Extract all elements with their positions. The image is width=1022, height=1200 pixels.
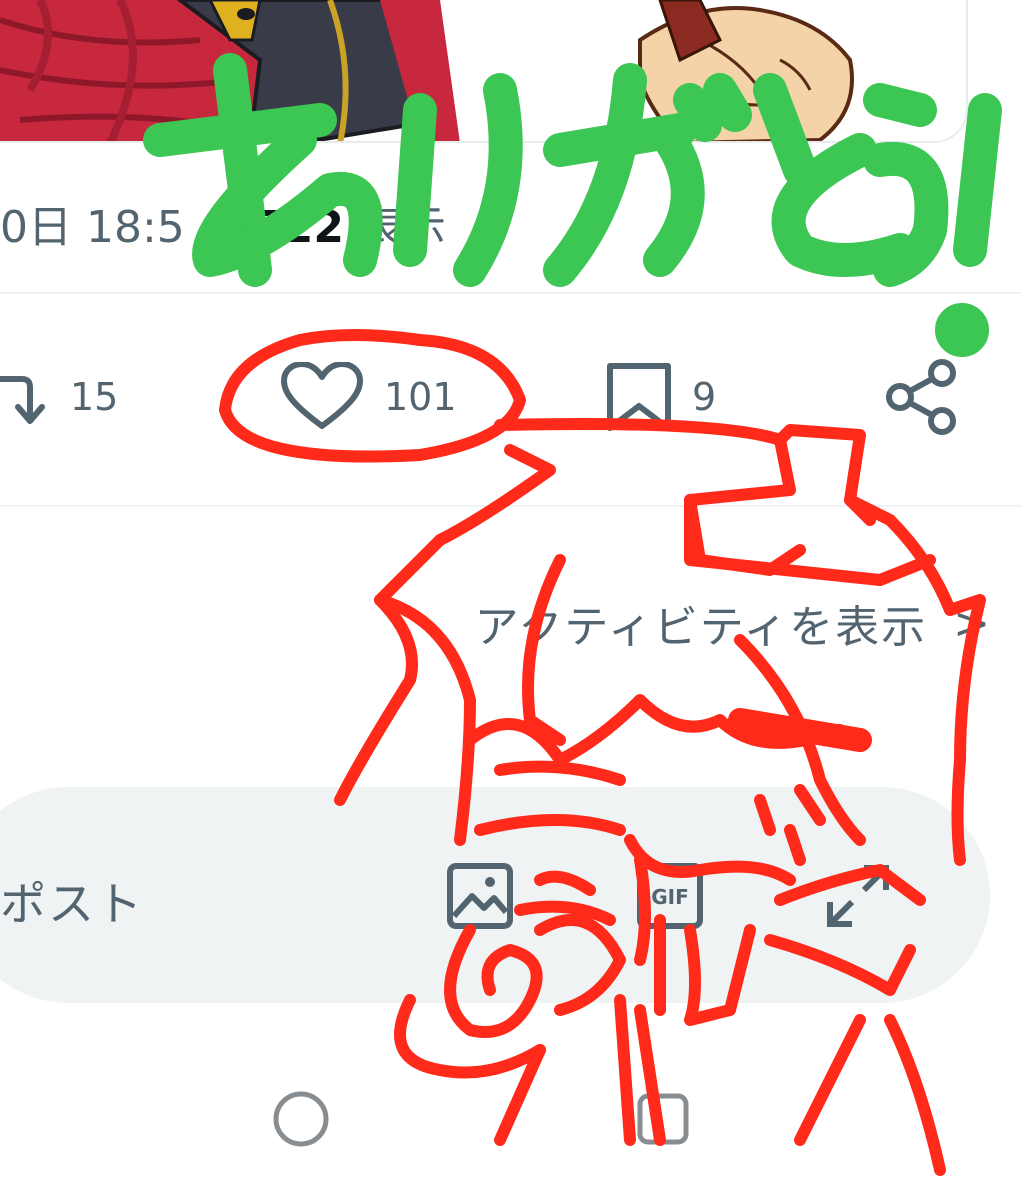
svg-text:GIF: GIF bbox=[651, 885, 689, 909]
repost-button[interactable]: 15 bbox=[0, 362, 118, 432]
divider-top bbox=[0, 292, 1022, 294]
bookmark-count: 9 bbox=[692, 375, 717, 419]
post-timestamp: 0日 18:5 bbox=[0, 202, 185, 253]
repost-icon bbox=[0, 376, 45, 424]
media-illustration bbox=[0, 0, 966, 141]
post-media-image[interactable] bbox=[0, 0, 968, 143]
post-meta-line: 0日 18:5 1,522 表示 bbox=[0, 200, 446, 256]
like-count: 101 bbox=[384, 375, 457, 419]
reply-input-placeholder[interactable]: ポスト bbox=[0, 868, 144, 934]
view-activity-link[interactable]: アクティビティを表示 > bbox=[475, 588, 992, 658]
share-button[interactable] bbox=[882, 359, 962, 435]
divider-actions bbox=[0, 505, 1022, 507]
repost-count: 15 bbox=[70, 375, 119, 419]
view-count[interactable]: 1,522 bbox=[205, 202, 344, 253]
share-icon bbox=[886, 359, 956, 435]
heart-icon bbox=[281, 362, 363, 429]
image-icon[interactable] bbox=[446, 862, 514, 930]
view-activity-label: アクティビティを表示 bbox=[474, 602, 928, 653]
home-circle-icon[interactable] bbox=[272, 1090, 330, 1148]
gif-icon[interactable]: GIF bbox=[636, 862, 704, 930]
red-doodle-drawing bbox=[219, 329, 986, 1176]
like-button[interactable]: 101 bbox=[280, 362, 457, 432]
expand-icon[interactable] bbox=[824, 862, 892, 930]
recents-square-icon[interactable] bbox=[636, 1092, 690, 1146]
chevron-right-icon: > bbox=[953, 597, 992, 649]
view-count-label: 表示 bbox=[357, 202, 446, 253]
bookmark-icon bbox=[607, 363, 671, 431]
bookmark-button[interactable]: 9 bbox=[606, 362, 716, 432]
